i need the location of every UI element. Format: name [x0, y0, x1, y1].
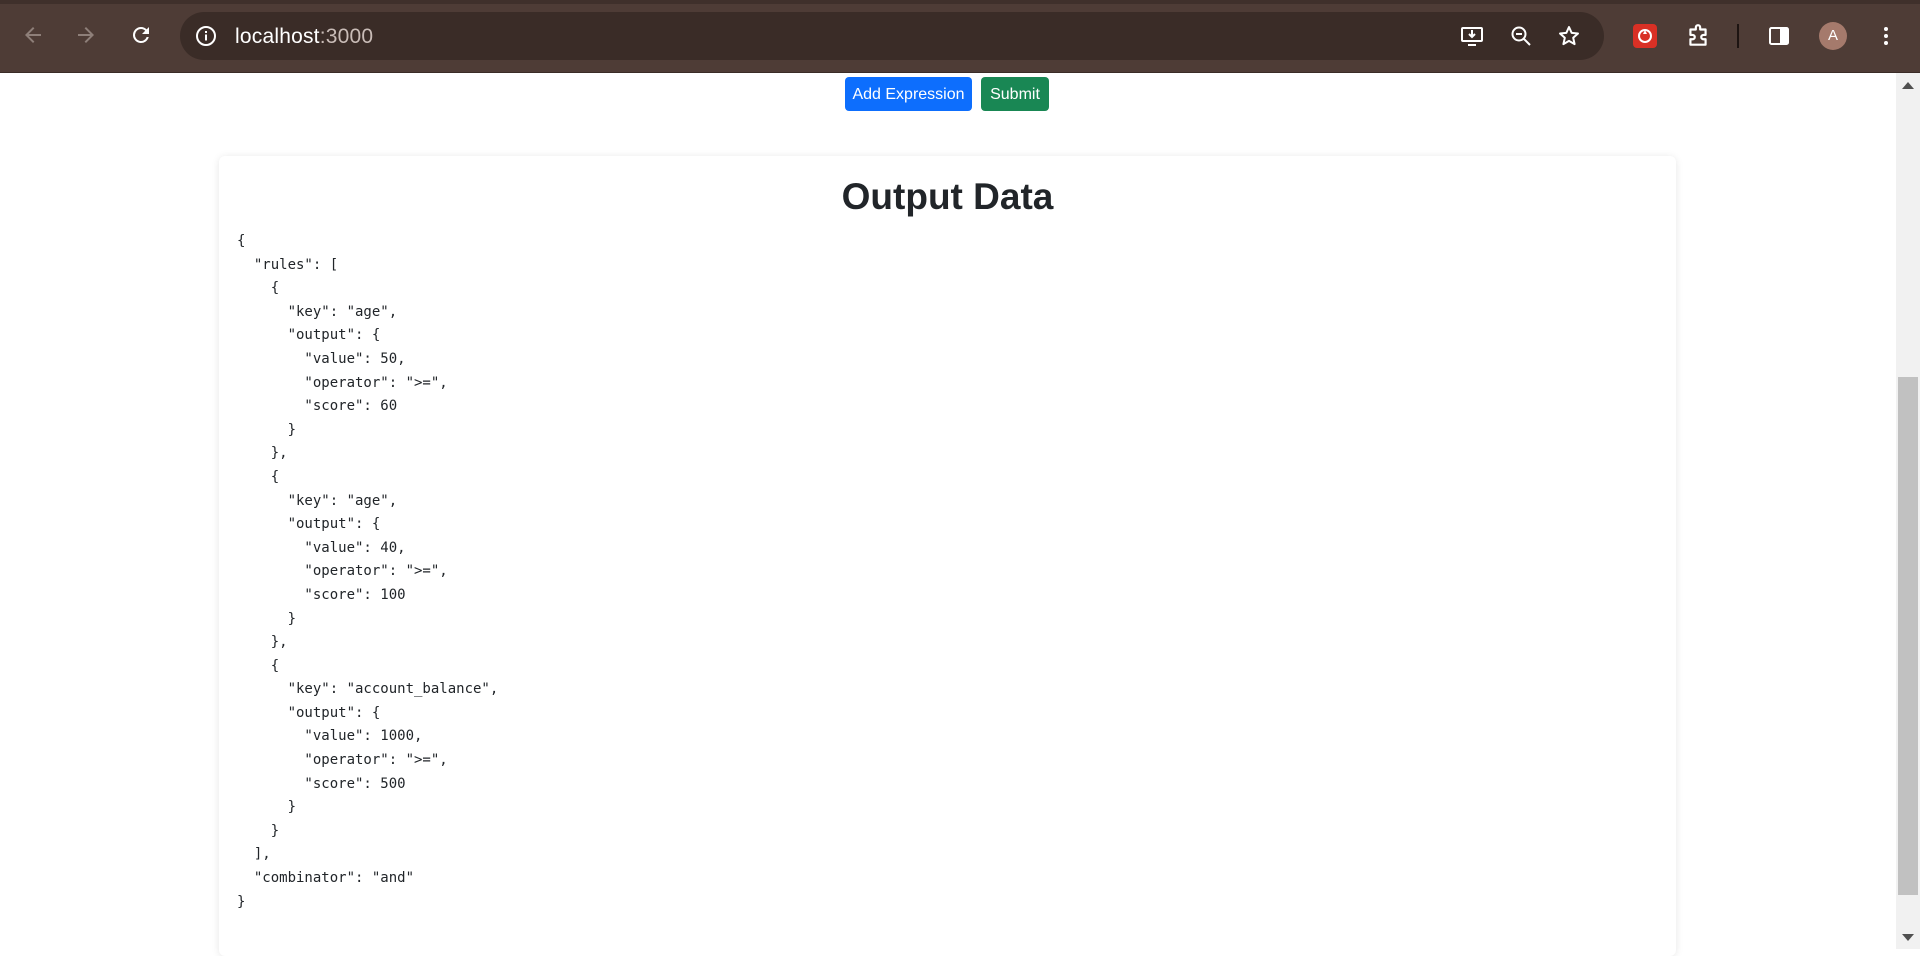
reload-button[interactable] — [123, 17, 159, 53]
extension-app-icon — [1633, 24, 1657, 48]
scroll-down-arrow-icon[interactable] — [1902, 934, 1914, 941]
extensions-button[interactable] — [1684, 22, 1712, 50]
page-viewport: Add Expression Submit Output Data { "rul… — [0, 73, 1896, 956]
output-json: { "rules": [ { "key": "age", "output": {… — [237, 233, 499, 910]
scroll-up-arrow-icon[interactable] — [1902, 82, 1914, 89]
forward-button[interactable] — [68, 17, 104, 53]
output-card: Output Data { "rules": [ { "key": "age",… — [219, 156, 1676, 956]
back-button[interactable] — [15, 17, 51, 53]
forward-arrow-icon — [78, 27, 94, 43]
extension-app-button[interactable] — [1631, 22, 1659, 50]
scrollbar-thumb[interactable] — [1898, 377, 1918, 895]
add-expression-button[interactable]: Add Expression — [845, 77, 972, 111]
install-app-icon[interactable] — [1460, 24, 1484, 48]
toolbar-divider — [1737, 24, 1739, 48]
output-title: Output Data — [841, 176, 1054, 217]
url-text[interactable]: localhost:3000 — [235, 25, 373, 49]
back-arrow-icon — [25, 27, 41, 43]
submit-button[interactable]: Submit — [981, 77, 1049, 111]
profile-avatar[interactable]: A — [1819, 22, 1847, 50]
more-menu-button[interactable] — [1872, 22, 1900, 50]
browser-toolbar: localhost:3000 A — [0, 0, 1920, 73]
url-port: :3000 — [319, 25, 374, 48]
zoom-out-icon[interactable] — [1509, 24, 1533, 48]
more-menu-icon — [1884, 27, 1888, 45]
address-bar[interactable]: localhost:3000 — [180, 12, 1604, 60]
bookmark-star-icon[interactable] — [1557, 24, 1581, 48]
extensions-puzzle-icon — [1689, 24, 1707, 46]
side-panel-button[interactable] — [1765, 22, 1793, 50]
reload-icon — [133, 26, 149, 43]
url-host: localhost — [235, 25, 320, 48]
site-info-icon[interactable] — [194, 24, 218, 48]
side-panel-icon — [1769, 27, 1789, 45]
tab-strip-edge — [0, 0, 1920, 4]
